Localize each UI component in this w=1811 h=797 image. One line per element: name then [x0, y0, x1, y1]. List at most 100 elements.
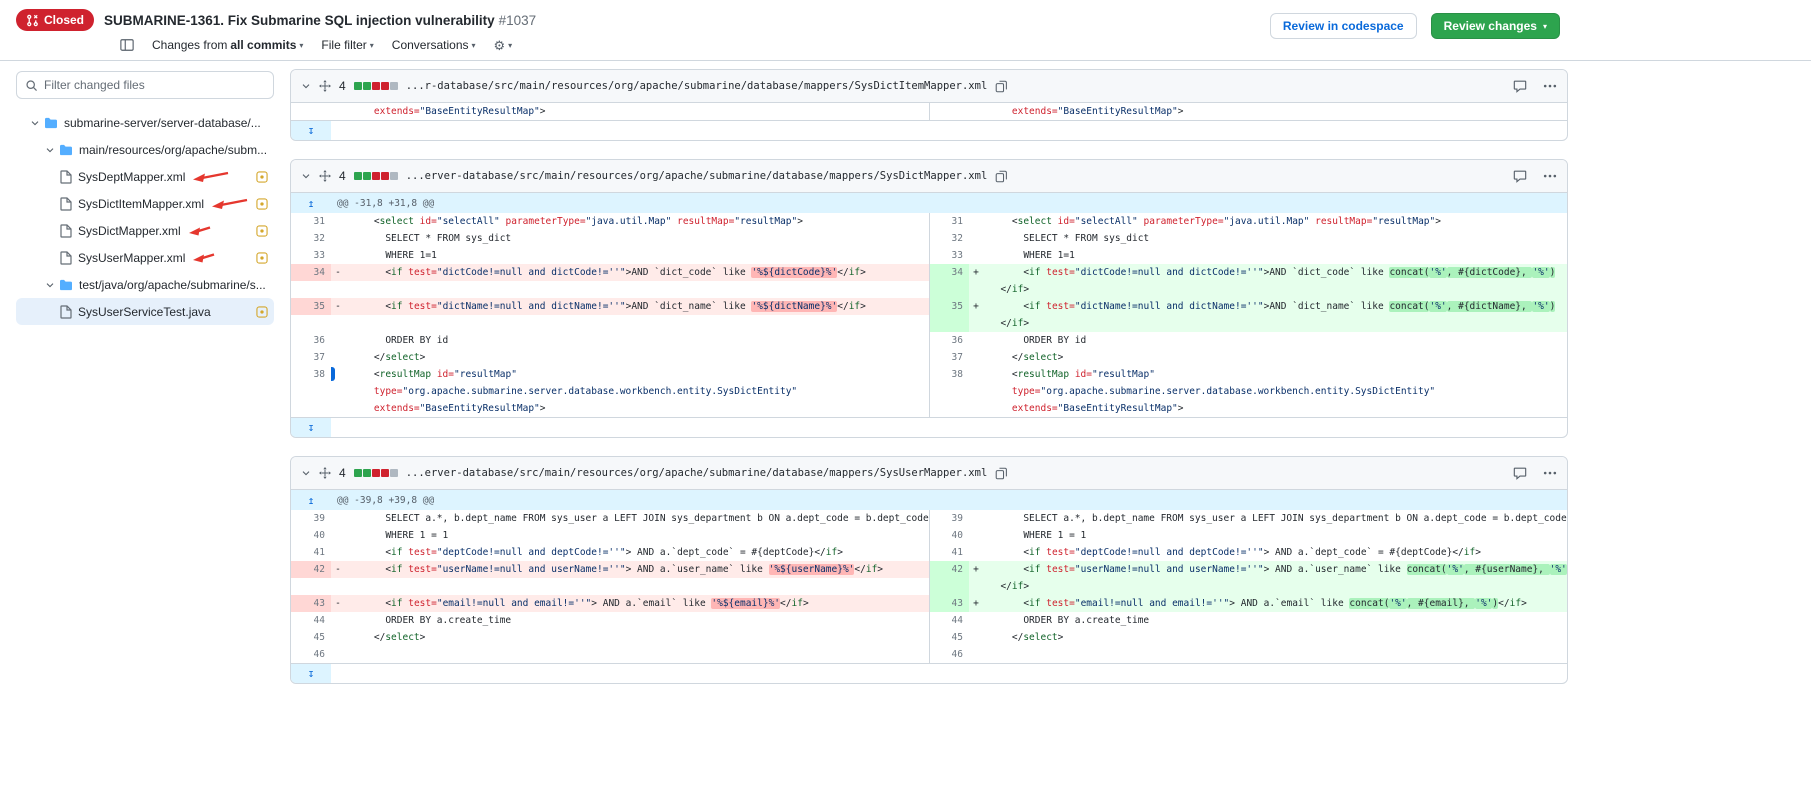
code-line: SELECT * FROM sys_dict	[345, 230, 929, 247]
line-number[interactable]: 37	[929, 349, 969, 366]
drag-handle-icon[interactable]	[319, 170, 331, 182]
diff-row: type="org.apache.submarine.server.databa…	[291, 383, 1567, 400]
line-number[interactable]: 42	[929, 561, 969, 578]
tree-folder-row[interactable]: submarine-server/server-database/...	[16, 109, 274, 136]
folder-icon	[44, 117, 58, 129]
line-number[interactable]: 32	[929, 230, 969, 247]
line-number[interactable]: 34	[929, 264, 969, 281]
line-number[interactable]: 38	[291, 366, 331, 383]
diff-marker: +	[969, 561, 983, 578]
add-comment-button[interactable]: +	[331, 367, 335, 381]
line-number[interactable]: 32	[291, 230, 331, 247]
file-icon	[60, 224, 72, 238]
copy-path-icon[interactable]	[995, 170, 1008, 183]
diffstat-block	[390, 469, 398, 477]
diffstat-block	[372, 82, 380, 90]
tree-item-label: submarine-server/server-database/...	[64, 116, 261, 130]
expand-down-button[interactable]: ↧	[291, 664, 331, 683]
line-number[interactable]: 33	[929, 247, 969, 264]
line-number[interactable]: 39	[291, 510, 331, 527]
diff-marker	[331, 629, 345, 646]
line-number[interactable]: 38	[929, 366, 969, 383]
tree-file-row[interactable]: SysDictItemMapper.xml	[16, 190, 274, 217]
changed-lines-count: 4	[339, 466, 346, 480]
line-number[interactable]: 44	[929, 612, 969, 629]
comment-icon[interactable]	[1513, 169, 1527, 183]
line-number	[929, 315, 969, 332]
comment-icon[interactable]	[1513, 466, 1527, 480]
line-number[interactable]: 41	[291, 544, 331, 561]
diff-marker	[331, 213, 345, 230]
diff-marker	[331, 510, 345, 527]
diffstat-block	[363, 82, 371, 90]
tree-item-label: SysUserMapper.xml	[78, 251, 185, 265]
comment-icon[interactable]	[1513, 79, 1527, 93]
file-path[interactable]: ...erver-database/src/main/resources/org…	[406, 467, 988, 479]
line-number[interactable]: 31	[291, 213, 331, 230]
line-number[interactable]: 42	[291, 561, 331, 578]
diffstat-block	[390, 172, 398, 180]
line-number[interactable]: 45	[929, 629, 969, 646]
file-tree-toggle-button[interactable]	[120, 38, 134, 52]
file-collapse-chevron[interactable]	[301, 171, 311, 181]
tree-item-label: test/java/org/apache/submarine/s...	[79, 278, 266, 292]
copy-path-icon[interactable]	[995, 80, 1008, 93]
diff-marker	[331, 383, 345, 400]
diffstat-block	[354, 82, 362, 90]
line-number[interactable]: 41	[929, 544, 969, 561]
changes-from-menu[interactable]: Changes fromall commits▾	[152, 38, 303, 52]
line-number[interactable]: 40	[929, 527, 969, 544]
line-number[interactable]: 39	[929, 510, 969, 527]
line-number[interactable]: 45	[291, 629, 331, 646]
line-number[interactable]: 34	[291, 264, 331, 281]
kebab-menu-icon[interactable]	[1543, 471, 1557, 475]
line-number[interactable]: 37	[291, 349, 331, 366]
line-number[interactable]: 36	[929, 332, 969, 349]
line-number[interactable]: 35	[929, 298, 969, 315]
review-changes-button[interactable]: Review changes▾	[1431, 13, 1560, 39]
line-number[interactable]: 36	[291, 332, 331, 349]
expand-up-button[interactable]: ↥	[291, 195, 331, 212]
tree-item-label: main/resources/org/apache/subm...	[79, 143, 267, 157]
tree-file-row[interactable]: SysDeptMapper.xml	[16, 163, 274, 190]
file-collapse-chevron[interactable]	[301, 468, 311, 478]
file-filter-menu[interactable]: File filter▾	[321, 38, 373, 52]
file-header-actions	[1513, 79, 1557, 93]
drag-handle-icon[interactable]	[319, 467, 331, 479]
expand-down-button[interactable]: ↧	[291, 121, 331, 140]
line-number[interactable]: 44	[291, 612, 331, 629]
kebab-menu-icon[interactable]	[1543, 174, 1557, 178]
line-number[interactable]: 35	[291, 298, 331, 315]
line-number[interactable]: 33	[291, 247, 331, 264]
line-number[interactable]: 43	[291, 595, 331, 612]
diff-row: 31 <select id="selectAll" parameterType=…	[291, 213, 1567, 230]
line-number[interactable]: 46	[929, 646, 969, 663]
drag-handle-icon[interactable]	[319, 80, 331, 92]
line-number[interactable]: 40	[291, 527, 331, 544]
tree-file-row[interactable]: SysDictMapper.xml	[16, 217, 274, 244]
line-number[interactable]: 43	[929, 595, 969, 612]
expand-up-button[interactable]: ↥	[291, 492, 331, 509]
expand-down-button[interactable]: ↧	[291, 418, 331, 437]
diffstat-block	[354, 469, 362, 477]
code-line: WHERE 1 = 1	[345, 527, 929, 544]
file-path[interactable]: ...erver-database/src/main/resources/org…	[406, 170, 988, 182]
chevron-down-icon: ▾	[299, 41, 303, 50]
kebab-menu-icon[interactable]	[1543, 84, 1557, 88]
filter-changed-files-input[interactable]	[44, 78, 265, 92]
file-path[interactable]: ...r-database/src/main/resources/org/apa…	[406, 80, 988, 92]
tree-file-row[interactable]: SysUserServiceTest.java	[16, 298, 274, 325]
tree-folder-row[interactable]: main/resources/org/apache/subm...	[16, 136, 274, 163]
code-line: <resultMap id="resultMap"	[345, 366, 929, 383]
tree-file-row[interactable]: SysUserMapper.xml	[16, 244, 274, 271]
diff-row: </if>	[291, 315, 1567, 332]
line-number[interactable]: 31	[929, 213, 969, 230]
review-in-codespace-button[interactable]: Review in codespace	[1270, 13, 1417, 39]
diff-settings-menu[interactable]: ⚙▾	[494, 39, 513, 52]
line-number[interactable]: 46	[291, 646, 331, 663]
file-collapse-chevron[interactable]	[301, 81, 311, 91]
tree-folder-row[interactable]: test/java/org/apache/submarine/s...	[16, 271, 274, 298]
copy-path-icon[interactable]	[995, 467, 1008, 480]
conversations-menu[interactable]: Conversations▾	[392, 38, 476, 52]
diff-marker	[969, 230, 983, 247]
